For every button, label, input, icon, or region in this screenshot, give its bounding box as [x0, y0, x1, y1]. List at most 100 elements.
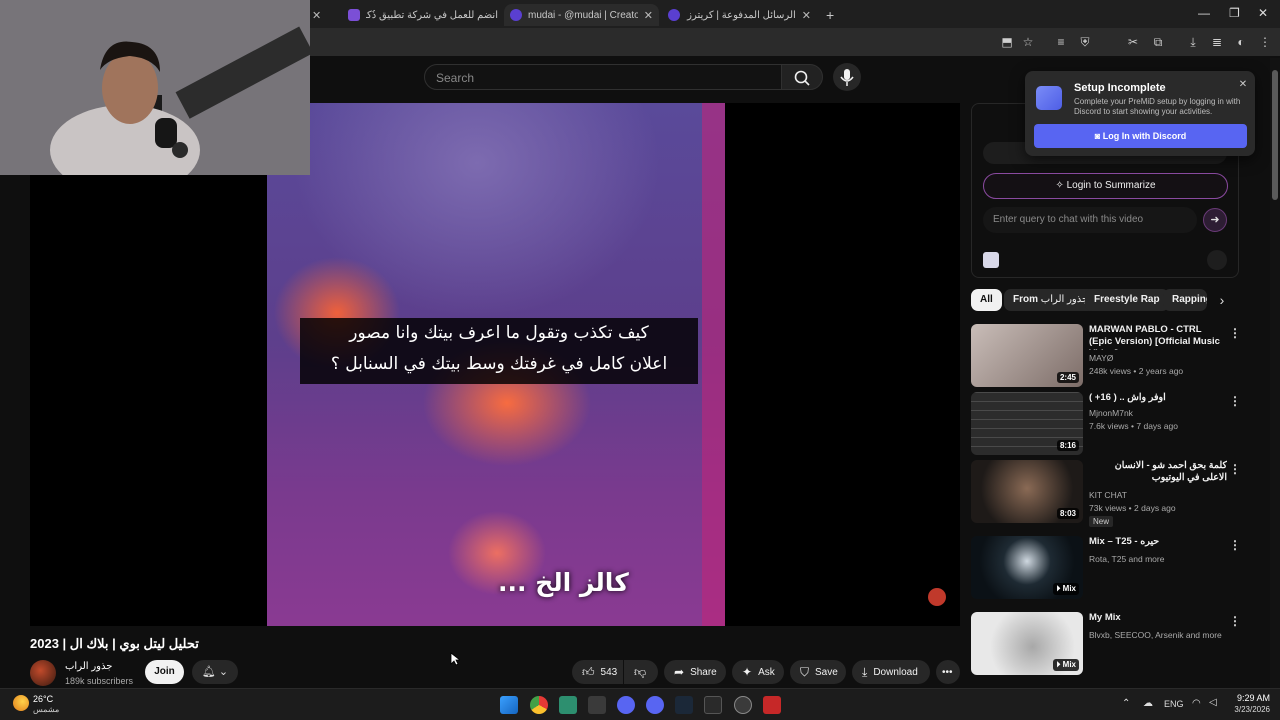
chip-rapping[interactable]: Rapping: [1163, 289, 1207, 311]
search-input[interactable]: Search: [424, 64, 782, 90]
chip-all[interactable]: All: [971, 289, 1002, 311]
close-window-icon[interactable]: ✕: [1258, 6, 1268, 20]
chevron-right-icon[interactable]: ›: [1213, 291, 1231, 309]
app-icon[interactable]: [763, 696, 781, 714]
mouse-cursor-icon: [450, 652, 460, 666]
video-frame-edge: [702, 103, 725, 626]
dislike-button[interactable]: 👎︎: [624, 660, 658, 684]
media-icon[interactable]: ≣: [1209, 34, 1225, 50]
recommendation-item[interactable]: 8:03 كلمة بحق احمد شو - الانسان الاعلى ف…: [971, 460, 1241, 532]
recommendation-item[interactable]: ⏵ Mix My Mix Blvxb, SEECOO, Arsenik and …: [971, 612, 1241, 678]
extension-logo-icon[interactable]: [983, 252, 999, 268]
steam-icon[interactable]: [675, 696, 693, 714]
puzzle-icon[interactable]: ⧉: [1150, 34, 1166, 50]
scrollbar-thumb[interactable]: [1272, 70, 1278, 200]
wifi-icon[interactable]: ◠: [1192, 698, 1201, 709]
premid-logo-icon: [1036, 86, 1062, 110]
close-tab-icon[interactable]: ✕: [644, 9, 653, 22]
more-vert-icon[interactable]: ⋮: [1229, 614, 1241, 628]
minimize-icon[interactable]: —: [1198, 6, 1210, 20]
browser-tab-active[interactable]: mudai - @mudai | Creators ✕: [504, 4, 659, 26]
start-icon[interactable]: [500, 696, 518, 714]
subscribe-notifications-button[interactable]: 🔔︎ ⌄: [192, 660, 238, 684]
weather-sun-icon[interactable]: [13, 695, 29, 711]
app-icon[interactable]: [588, 696, 606, 714]
weather-temperature[interactable]: 26°C: [33, 694, 53, 704]
volume-icon[interactable]: ◁: [1209, 697, 1217, 708]
save-button[interactable]: ⛉ Save: [790, 660, 846, 684]
more-actions-button[interactable]: •••: [936, 660, 960, 684]
more-vert-icon[interactable]: ⋮: [1229, 538, 1241, 552]
discord-icon[interactable]: [617, 696, 635, 714]
weather-description[interactable]: مشمس: [33, 705, 59, 714]
video-thumbnail[interactable]: 8:16: [971, 392, 1083, 455]
extension-icon[interactable]: ✂: [1125, 34, 1141, 50]
video-title[interactable]: Mix – T25 - حيره: [1089, 536, 1227, 548]
chevron-up-icon[interactable]: ⌃: [1122, 698, 1130, 709]
recommendation-item[interactable]: ⏵ Mix Mix – T25 - حيره Rota, T25 and mor…: [971, 536, 1241, 608]
voice-search-button[interactable]: [833, 63, 861, 91]
video-channel[interactable]: Blvxb, SEECOO, Arsenik and more: [1089, 630, 1222, 640]
install-app-icon[interactable]: ⬒: [999, 34, 1015, 50]
bookmark-star-icon[interactable]: ☆: [1020, 34, 1036, 50]
video-title[interactable]: My Mix: [1089, 612, 1227, 624]
profile-icon[interactable]: ◐: [1233, 34, 1249, 50]
chip-freestyle-rap[interactable]: Freestyle Rap: [1085, 289, 1169, 311]
login-to-summarize-button[interactable]: ✧ Login to Summarize: [983, 173, 1228, 199]
video-caption-box: كيف تكذب وتقول ما اعرف بيتك وانا مصور اع…: [300, 318, 698, 384]
chip-from-channel[interactable]: From جذور الراب: [1004, 289, 1098, 311]
video-thumbnail[interactable]: 8:03: [971, 460, 1083, 523]
video-thumbnail[interactable]: 2:45: [971, 324, 1083, 387]
tab-title: الرسائل المدفوعة | كريترز: [687, 9, 796, 21]
app-icon[interactable]: [559, 696, 577, 714]
share-button[interactable]: ➦ Share: [664, 660, 726, 684]
video-player[interactable]: كيف تكذب وتقول ما اعرف بيتك وانا مصور اع…: [30, 103, 960, 626]
browser-tab[interactable]: الرسائل المدفوعة | كريترز ✕: [662, 4, 817, 26]
shield-icon[interactable]: ⛨: [1077, 34, 1093, 50]
clock-time[interactable]: 9:29 AM: [1234, 693, 1270, 703]
video-title[interactable]: اوفر واش .. ( 16+ ): [1089, 392, 1227, 404]
more-vert-icon[interactable]: ⋮: [1229, 462, 1241, 476]
cloud-icon[interactable]: ☁: [1143, 698, 1153, 709]
close-tab-icon[interactable]: ✕: [802, 9, 811, 22]
video-title[interactable]: كلمة بحق احمد شو - الانسان الاعلى في الي…: [1089, 460, 1227, 484]
language-indicator[interactable]: ENG: [1164, 699, 1184, 709]
download-icon[interactable]: ⤓: [1185, 34, 1201, 50]
channel-watermark-icon[interactable]: [928, 588, 946, 606]
mix-thumbnail[interactable]: ⏵ Mix: [971, 536, 1083, 599]
discord-icon[interactable]: [646, 696, 664, 714]
video-title[interactable]: MARWAN PABLO - CTRL (Epic Version) [Offi…: [1089, 324, 1227, 350]
restore-icon[interactable]: ❐: [1229, 6, 1240, 20]
ask-button[interactable]: ✦ Ask: [732, 660, 784, 684]
mix-thumbnail[interactable]: ⏵ Mix: [971, 612, 1083, 675]
recommendation-item[interactable]: 8:16 اوفر واش .. ( 16+ ) MjnonM7nk 7.6k …: [971, 392, 1241, 456]
chat-query-input[interactable]: Enter query to chat with this video: [983, 207, 1197, 233]
clock-date[interactable]: 3/23/2026: [1222, 705, 1270, 714]
recommendation-item[interactable]: 2:45 MARWAN PABLO - CTRL (Epic Version) …: [971, 324, 1241, 388]
video-channel[interactable]: Rota, T25 and more: [1089, 554, 1164, 564]
video-channel[interactable]: KIT CHAT: [1089, 490, 1127, 500]
discord-login-button[interactable]: ◙ Log In with Discord: [1034, 124, 1247, 148]
join-button[interactable]: Join: [145, 660, 184, 684]
more-vert-icon[interactable]: ⋮: [1229, 394, 1241, 408]
video-channel[interactable]: MjnonM7nk: [1089, 408, 1133, 418]
browser-tab[interactable]: انضم للعمل في شركة تطبيق ذُكار: [342, 4, 504, 26]
send-arrow-button[interactable]: ➜: [1203, 208, 1227, 232]
account-icon[interactable]: [1207, 250, 1227, 270]
terminal-icon[interactable]: [704, 696, 722, 714]
channel-name[interactable]: جذور الراب: [65, 661, 112, 672]
video-channel[interactable]: MAYØ: [1089, 353, 1113, 363]
new-tab-button[interactable]: +: [820, 4, 840, 26]
chrome-icon[interactable]: [530, 696, 548, 714]
more-vert-icon[interactable]: ⋮: [1229, 326, 1241, 340]
channel-avatar[interactable]: [30, 660, 56, 686]
tab-title: انضم للعمل في شركة تطبيق ذُكار: [366, 9, 498, 21]
menu-dots-icon[interactable]: ⋮: [1257, 34, 1273, 50]
reader-icon[interactable]: ≡: [1053, 34, 1069, 50]
obs-icon[interactable]: [734, 696, 752, 714]
close-icon[interactable]: ✕: [1237, 79, 1249, 91]
search-button[interactable]: [781, 64, 823, 90]
download-button[interactable]: ⤓ Download: [852, 660, 930, 684]
like-button[interactable]: 👍︎ 543: [572, 660, 623, 684]
close-tab-icon[interactable]: ✕: [312, 9, 321, 22]
